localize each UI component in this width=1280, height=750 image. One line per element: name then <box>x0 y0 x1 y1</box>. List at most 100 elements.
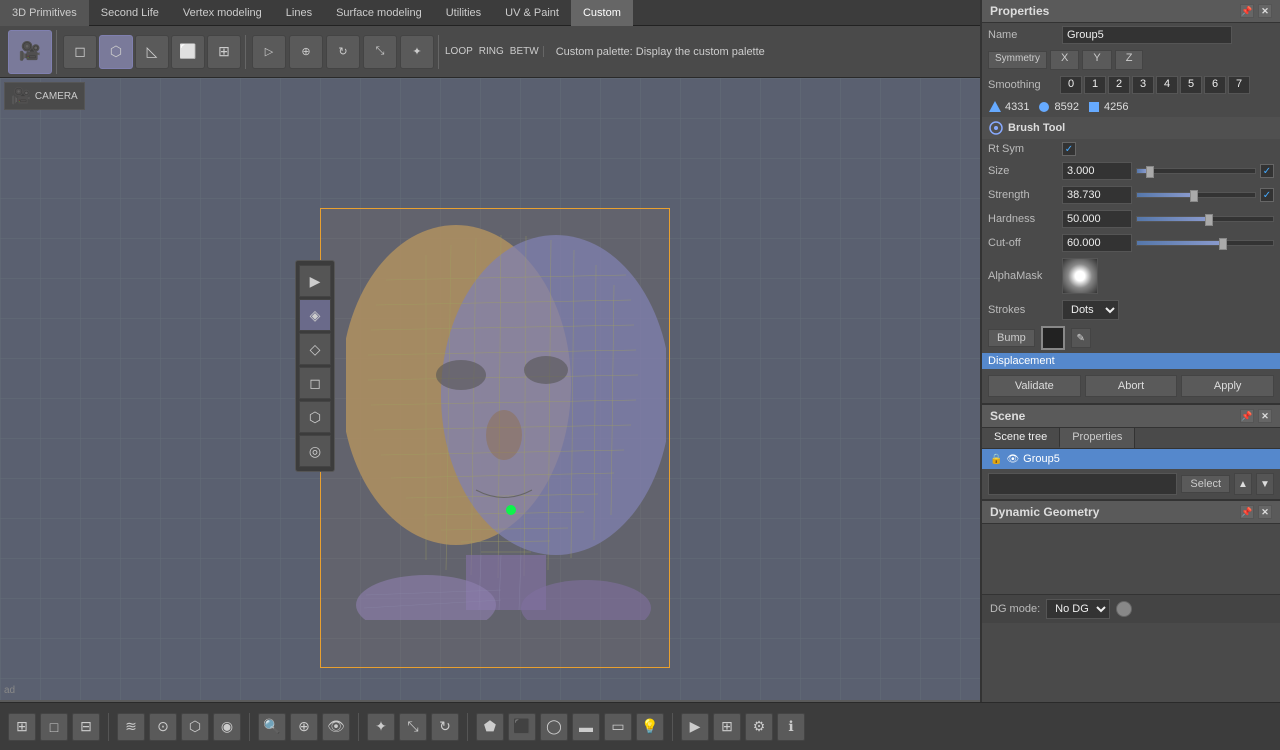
rt-sym-checkbox[interactable] <box>1062 142 1076 156</box>
properties-pin-btn[interactable]: 📌 <box>1240 4 1254 18</box>
sym-x-btn[interactable]: X <box>1050 50 1079 70</box>
scene-pin-btn[interactable]: 📌 <box>1240 409 1254 423</box>
pinch-btn[interactable]: ◎ <box>299 435 331 467</box>
bottom-plane-btn[interactable]: ▭ <box>604 713 632 741</box>
cutoff-slider-handle[interactable] <box>1219 238 1227 250</box>
bottom-frame-btn[interactable]: ⊕ <box>290 713 318 741</box>
smooth-7[interactable]: 7 <box>1228 76 1250 94</box>
size-slider[interactable] <box>1136 168 1256 174</box>
tab-properties[interactable]: Properties <box>1060 428 1135 448</box>
bottom-split-btn[interactable]: ⊟ <box>72 713 100 741</box>
smooth-2[interactable]: 2 <box>1108 76 1130 94</box>
bottom-eye-btn[interactable]: 👁 <box>322 713 350 741</box>
strength-slider-track[interactable] <box>1136 192 1256 198</box>
bottom-torus-btn[interactable]: ◯ <box>540 713 568 741</box>
cutoff-input[interactable] <box>1062 234 1132 252</box>
smooth-6[interactable]: 6 <box>1204 76 1226 94</box>
menu-utilities[interactable]: Utilities <box>434 0 493 26</box>
smooth-1[interactable]: 1 <box>1084 76 1106 94</box>
dg-close-btn[interactable]: ✕ <box>1258 505 1272 519</box>
strength-input[interactable] <box>1062 186 1132 204</box>
bottom-scale2-btn[interactable]: ⤡ <box>399 713 427 741</box>
properties-close-btn[interactable]: ✕ <box>1258 4 1272 18</box>
sym-z-btn[interactable]: Z <box>1115 50 1144 70</box>
dg-mode-select[interactable]: No DG DG <box>1046 599 1110 619</box>
move-btn[interactable]: ⊕ <box>289 35 323 69</box>
bottom-move-btn[interactable]: ✦ <box>367 713 395 741</box>
smooth-0[interactable]: 0 <box>1060 76 1082 94</box>
hardness-slider-track[interactable] <box>1136 216 1274 222</box>
menu-vertex-modeling[interactable]: Vertex modeling <box>171 0 274 26</box>
menu-uv-paint[interactable]: UV & Paint <box>493 0 571 26</box>
arrow-down-btn[interactable]: ▼ <box>1256 473 1274 495</box>
bottom-settings-btn[interactable]: ⚙ <box>745 713 773 741</box>
bump-button[interactable]: Bump <box>988 329 1035 347</box>
symmetry-btn[interactable]: Symmetry <box>988 51 1047 69</box>
cutoff-slider-track[interactable] <box>1136 240 1274 246</box>
sculpt-btn[interactable]: ◈ <box>299 299 331 331</box>
smooth-5[interactable]: 5 <box>1180 76 1202 94</box>
displacement-row[interactable]: Displacement <box>982 353 1280 369</box>
bottom-layout-btn[interactable]: □ <box>40 713 68 741</box>
select-btn[interactable]: ▷ <box>252 35 286 69</box>
cutoff-slider[interactable] <box>1136 240 1274 246</box>
view-4-btn[interactable]: ⊞ <box>207 35 241 69</box>
scene-group5-item[interactable]: 🔒 👁 Group5 <box>982 449 1280 469</box>
bottom-grid-btn[interactable]: ⊞ <box>8 713 36 741</box>
bottom-rotate2-btn[interactable]: ↻ <box>431 713 459 741</box>
smooth-4[interactable]: 4 <box>1156 76 1178 94</box>
arrow-right-btn[interactable]: ▶ <box>299 265 331 297</box>
inflate-btn[interactable]: ⬡ <box>299 401 331 433</box>
size-slider-track[interactable] <box>1136 168 1256 174</box>
menu-lines[interactable]: Lines <box>274 0 324 26</box>
apply-button[interactable]: Apply <box>1181 375 1274 397</box>
size-input[interactable] <box>1062 162 1132 180</box>
menu-second-life[interactable]: Second Life <box>89 0 171 26</box>
bottom-fill-btn[interactable]: ◉ <box>213 713 241 741</box>
bottom-cube-btn[interactable]: ⬛ <box>508 713 536 741</box>
bottom-light-btn[interactable]: 💡 <box>636 713 664 741</box>
bottom-info-btn[interactable]: ℹ <box>777 713 805 741</box>
menu-surface-modeling[interactable]: Surface modeling <box>324 0 434 26</box>
bottom-cylinder-btn[interactable]: ▬ <box>572 713 600 741</box>
size-slider-handle[interactable] <box>1146 166 1154 178</box>
menu-3d-primitives[interactable]: 3D Primitives <box>0 0 89 26</box>
viewport[interactable]: ad <box>0 78 980 700</box>
bottom-zoom-btn[interactable]: 🔍 <box>258 713 286 741</box>
bottom-snap-btn[interactable]: ≋ <box>117 713 145 741</box>
scene-close-btn[interactable]: ✕ <box>1258 409 1272 423</box>
name-input[interactable] <box>1062 26 1232 44</box>
hardness-input[interactable] <box>1062 210 1132 228</box>
arrow-up-btn[interactable]: ▲ <box>1234 473 1252 495</box>
size-lock[interactable] <box>1260 164 1274 178</box>
color-swatch[interactable] <box>1041 326 1065 350</box>
view-front-btn[interactable]: ◻ <box>63 35 97 69</box>
bottom-render-btn[interactable]: ▶ <box>681 713 709 741</box>
rotate-btn[interactable]: ↻ <box>326 35 360 69</box>
color-edit-btn[interactable]: ✎ <box>1071 328 1091 348</box>
strength-slider-handle[interactable] <box>1190 190 1198 202</box>
validate-button[interactable]: Validate <box>988 375 1081 397</box>
scale-btn[interactable]: ⤡ <box>363 35 397 69</box>
smooth-3[interactable]: 3 <box>1132 76 1154 94</box>
bottom-grid2-btn[interactable]: ⊙ <box>149 713 177 741</box>
scene-search-input[interactable] <box>988 473 1177 495</box>
view-side-btn[interactable]: ◺ <box>135 35 169 69</box>
strength-lock[interactable] <box>1260 188 1274 202</box>
hardness-slider-handle[interactable] <box>1205 214 1213 226</box>
sym-y-btn[interactable]: Y <box>1082 50 1111 70</box>
abort-button[interactable]: Abort <box>1085 375 1178 397</box>
menu-custom[interactable]: Custom <box>571 0 633 26</box>
dg-pin-btn[interactable]: 📌 <box>1240 505 1254 519</box>
strength-slider[interactable] <box>1136 192 1256 198</box>
camera-button[interactable]: 🎥 <box>8 30 52 74</box>
tab-scene-tree[interactable]: Scene tree <box>982 428 1060 448</box>
strokes-select[interactable]: Dots Lines <box>1062 300 1119 320</box>
transform-btn[interactable]: ✦ <box>400 35 434 69</box>
bottom-dot-btn[interactable]: ⬡ <box>181 713 209 741</box>
select-button[interactable]: Select <box>1181 475 1230 493</box>
bottom-sphere-btn[interactable]: ⬟ <box>476 713 504 741</box>
view-perspective-btn[interactable]: ⬡ <box>99 35 133 69</box>
view-top-btn[interactable]: ⬜ <box>171 35 205 69</box>
bottom-wire-btn[interactable]: ⊞ <box>713 713 741 741</box>
